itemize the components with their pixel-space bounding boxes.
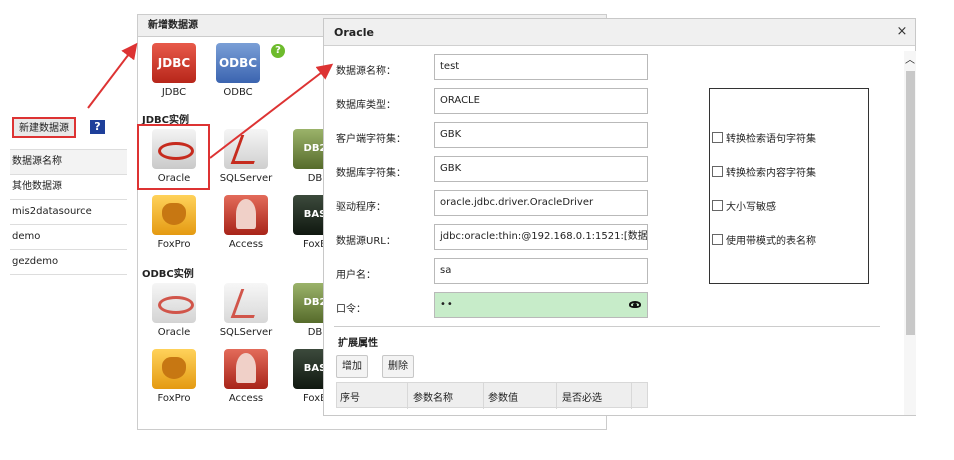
annotation-arrows bbox=[87, 42, 334, 159]
arrow-to-dialog bbox=[209, 63, 334, 159]
arrow-to-panel bbox=[87, 42, 138, 109]
